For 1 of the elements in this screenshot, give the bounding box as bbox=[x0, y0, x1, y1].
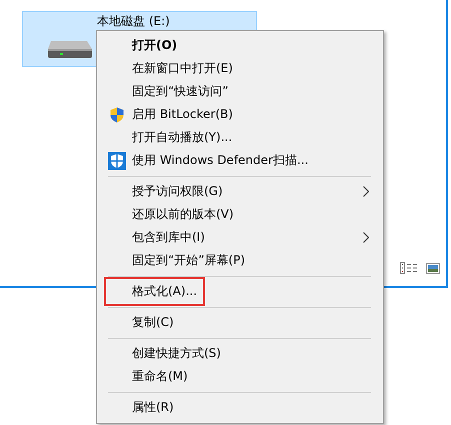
drive-label: 本地磁盘 (E:) bbox=[97, 13, 170, 30]
